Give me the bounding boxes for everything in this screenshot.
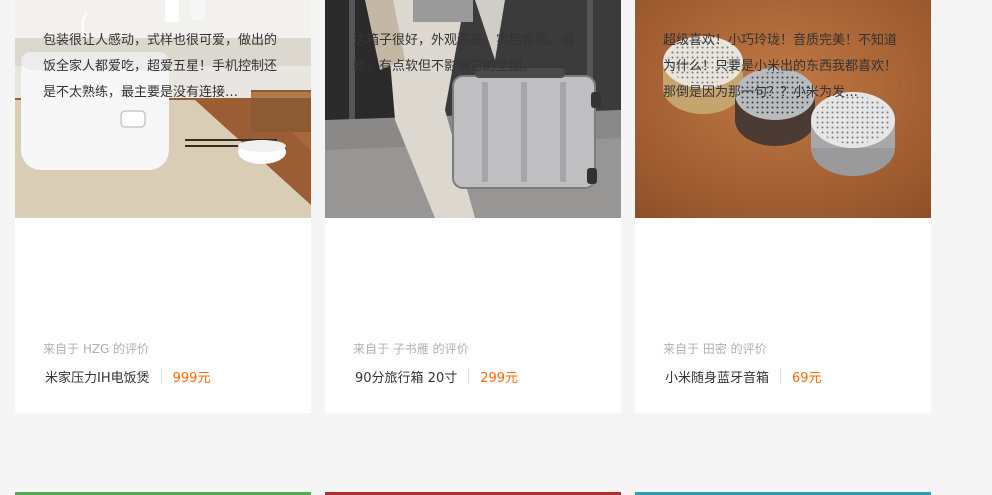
product-name[interactable]: 90分旅行箱 20寸 <box>355 367 457 386</box>
review-card-2[interactable]: 这箱子很好，外观漂亮，实用性强。很轻，有点软但不影响它的坚固。 来自于 子书雁 … <box>325 0 621 413</box>
product-meta: 小米随身蓝牙音箱 69元 <box>665 364 822 388</box>
product-name[interactable]: 米家压力IH电饭煲 <box>45 367 150 386</box>
review-source: 来自于 HZG 的评价 <box>43 342 150 356</box>
product-meta: 90分旅行箱 20寸 299元 <box>355 364 518 388</box>
review-card-1[interactable]: 包装很让人感动，式样也很可爱，做出的饭全家人都爱吃，超爱五星！手机控制还是不太熟… <box>15 0 311 413</box>
product-meta: 米家压力IH电饭煲 999元 <box>45 364 210 388</box>
review-text: 包装很让人感动，式样也很可爱，做出的饭全家人都爱吃，超爱五星！手机控制还是不太熟… <box>43 33 278 100</box>
divider <box>160 368 162 384</box>
review-text: 这箱子很好，外观漂亮，实用性强。很轻，有点软但不影响它的坚固。 <box>353 33 575 74</box>
product-price: 299元 <box>480 370 519 386</box>
product-price: 999元 <box>172 370 211 386</box>
review-card-3[interactable]: 超级喜欢！小巧玲珑！音质完美！不知道为什么！只要是小米出的东西我都喜欢！那倒是因… <box>635 0 931 413</box>
divider <box>468 368 470 384</box>
product-name[interactable]: 小米随身蓝牙音箱 <box>665 367 769 386</box>
review-source: 来自于 子书雁 的评价 <box>353 342 469 356</box>
review-source: 来自于 田密 的评价 <box>663 342 767 356</box>
review-text: 超级喜欢！小巧玲珑！音质完美！不知道为什么！只要是小米出的东西我都喜欢！那倒是因… <box>663 33 898 100</box>
product-price: 69元 <box>792 370 822 386</box>
divider <box>780 368 782 384</box>
